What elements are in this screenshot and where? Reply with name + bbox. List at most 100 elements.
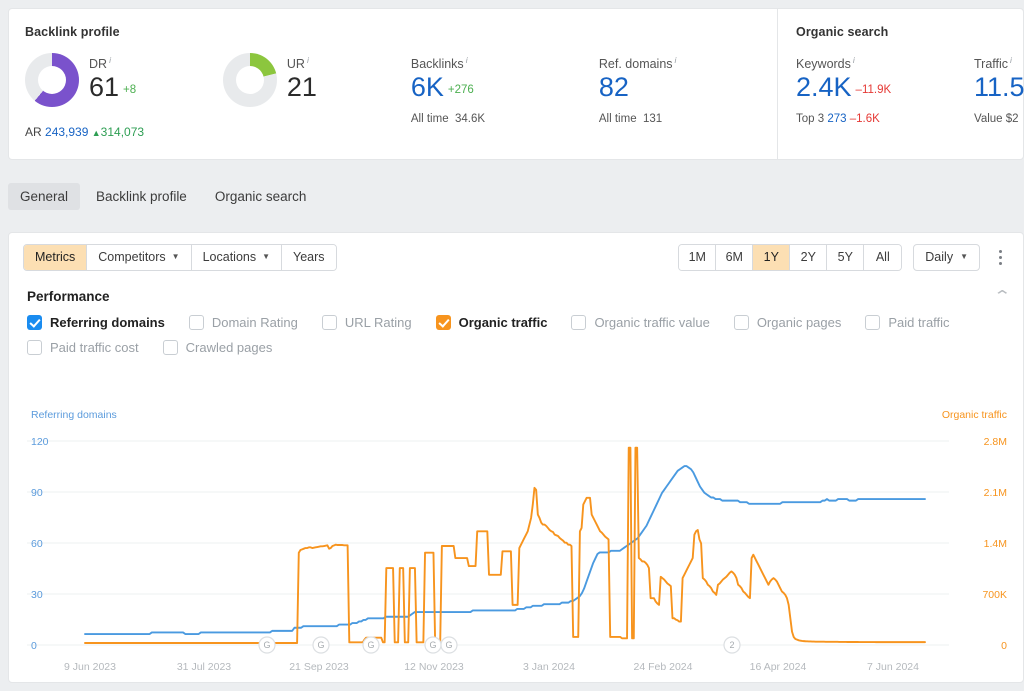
right-axis-tick: 2.8M — [984, 436, 1007, 448]
checkbox-referring-domains[interactable]: Referring domains — [27, 315, 165, 330]
competitors-dropdown[interactable]: Competitors▼ — [87, 245, 191, 270]
range-6m[interactable]: 6M — [716, 245, 753, 270]
checkbox-icon — [27, 340, 42, 355]
series-line-referring-domains — [85, 466, 925, 634]
left-axis-tick: 60 — [31, 538, 43, 550]
time-range-group: 1M 6M 1Y 2Y 5Y All — [678, 244, 902, 271]
x-axis-tick: 9 Jun 2023 — [64, 661, 116, 673]
tab-general[interactable]: General — [8, 183, 80, 210]
range-tools: 1M 6M 1Y 2Y 5Y All Daily▼ — [678, 244, 1009, 271]
traffic-label: Traffici — [974, 55, 1024, 71]
backlinks-label: Backlinksi — [411, 55, 599, 71]
ar-gain: 314,073 — [101, 125, 144, 139]
range-5y[interactable]: 5Y — [827, 245, 864, 270]
range-2y[interactable]: 2Y — [790, 245, 827, 270]
checkbox-icon — [27, 315, 42, 330]
metric-toggles-row-1: Referring domains Domain Rating URL Rati… — [27, 315, 1005, 330]
svg-text:G: G — [263, 640, 270, 650]
dr-label: DRi — [89, 55, 136, 71]
checkbox-organic-traffic-value[interactable]: Organic traffic value — [571, 315, 709, 330]
info-icon[interactable]: i — [1010, 55, 1012, 65]
right-axis-tick: 0 — [1001, 640, 1007, 652]
info-icon[interactable]: i — [109, 55, 111, 65]
checkbox-icon — [322, 315, 337, 330]
keywords-delta: –11.9K — [856, 84, 892, 96]
checkbox-organic-traffic[interactable]: Organic traffic — [436, 315, 548, 330]
metric-ur: URi 21 — [223, 53, 411, 107]
info-icon[interactable]: i — [307, 55, 309, 65]
ar-value: 243,939 — [45, 125, 88, 139]
traffic-value: 11.5 — [974, 73, 1024, 101]
svg-text:G: G — [429, 640, 436, 650]
checkbox-icon — [734, 315, 749, 330]
backlinks-subtext: All time 34.6K — [411, 113, 599, 125]
left-axis-tick: 30 — [31, 589, 43, 601]
chart-toolbar: Metrics Competitors▼ Locations▼ Years 1M… — [9, 233, 1023, 281]
years-button[interactable]: Years — [282, 245, 336, 270]
dr-donut-chart — [25, 53, 79, 107]
metric-ref-domains: Ref. domainsi 82 All time 131 — [599, 53, 777, 125]
chevron-down-icon: ▼ — [262, 253, 270, 261]
ref-domains-subtext: All time 131 — [599, 113, 777, 125]
right-axis-title: Organic traffic — [942, 409, 1007, 421]
metrics-button[interactable]: Metrics — [24, 245, 87, 270]
range-all[interactable]: All — [864, 245, 901, 270]
checkbox-organic-pages[interactable]: Organic pages — [734, 315, 842, 330]
metric-traffic: Traffici 11.5 Value $2 — [974, 53, 1024, 125]
x-axis-tick: 12 Nov 2023 — [404, 661, 464, 673]
keywords-value-row: 2.4K–11.9K — [796, 73, 974, 101]
keywords-subtext: Top 3 273 –1.6K — [796, 113, 974, 125]
checkbox-domain-rating[interactable]: Domain Rating — [189, 315, 298, 330]
svg-text:2: 2 — [729, 640, 734, 650]
dr-delta: +8 — [123, 84, 136, 96]
google-update-marker: G — [363, 637, 379, 653]
left-axis-tick: 0 — [31, 640, 37, 652]
info-icon[interactable]: i — [853, 55, 855, 65]
google-update-marker: G — [425, 637, 441, 653]
checkbox-url-rating[interactable]: URL Rating — [322, 315, 412, 330]
backlinks-delta: +276 — [448, 84, 474, 96]
checkbox-icon — [571, 315, 586, 330]
range-1y[interactable]: 1Y — [753, 245, 790, 270]
backlinks-value-row: 6K+276 — [411, 73, 599, 101]
checkbox-crawled-pages[interactable]: Crawled pages — [163, 340, 273, 355]
section-tabbar: General Backlink profile Organic search — [8, 176, 1024, 216]
x-axis-tick: 3 Jan 2024 — [523, 661, 575, 673]
right-axis-tick: 1.4M — [984, 538, 1007, 550]
info-icon[interactable]: i — [675, 55, 677, 65]
metrics-summary-panel: Backlink profile DRi 61+8 — [8, 8, 1024, 160]
performance-card: Metrics Competitors▼ Locations▼ Years 1M… — [8, 232, 1024, 683]
chevron-up-icon[interactable]: ⌃ — [993, 287, 1012, 305]
svg-text:G: G — [445, 640, 452, 650]
svg-text:G: G — [367, 640, 374, 650]
left-axis-tick: 90 — [31, 487, 43, 499]
ref-domains-value: 82 — [599, 73, 777, 101]
metric-dr: DRi 61+8 — [25, 53, 223, 107]
google-update-cluster-marker: 2 — [724, 637, 740, 653]
x-axis-tick: 21 Sep 2023 — [289, 661, 349, 673]
trend-up-icon: ▲ — [92, 128, 101, 138]
info-icon[interactable]: i — [466, 55, 468, 65]
metric-toggles-row-2: Paid traffic cost Crawled pages — [27, 340, 1005, 355]
kebab-menu-icon[interactable] — [991, 246, 1009, 268]
traffic-subtext: Value $2 — [974, 113, 1024, 125]
locations-dropdown[interactable]: Locations▼ — [192, 245, 282, 270]
tab-organic-search[interactable]: Organic search — [203, 183, 319, 210]
chevron-down-icon: ▼ — [960, 253, 968, 261]
granularity-dropdown[interactable]: Daily▼ — [913, 244, 980, 271]
metric-toggles: Referring domains Domain Rating URL Rati… — [9, 305, 1023, 355]
backlink-profile-section: Backlink profile DRi 61+8 — [9, 9, 777, 159]
checkbox-paid-traffic-cost[interactable]: Paid traffic cost — [27, 340, 139, 355]
organic-search-section: Organic search Keywordsi 2.4K–11.9K Top … — [777, 9, 1024, 159]
tab-backlink-profile[interactable]: Backlink profile — [84, 183, 199, 210]
checkbox-paid-traffic[interactable]: Paid traffic — [865, 315, 949, 330]
performance-title: Performance — [27, 289, 110, 304]
metric-keywords: Keywordsi 2.4K–11.9K Top 3 273 –1.6K — [796, 53, 974, 125]
range-1m[interactable]: 1M — [679, 245, 716, 270]
ur-label: URi — [287, 55, 317, 71]
series-line-organic-traffic — [85, 448, 925, 643]
x-axis-tick: 31 Jul 2023 — [177, 661, 231, 673]
ref-domains-label: Ref. domainsi — [599, 55, 777, 71]
checkbox-icon — [163, 340, 178, 355]
right-axis-tick: 700K — [982, 589, 1007, 601]
